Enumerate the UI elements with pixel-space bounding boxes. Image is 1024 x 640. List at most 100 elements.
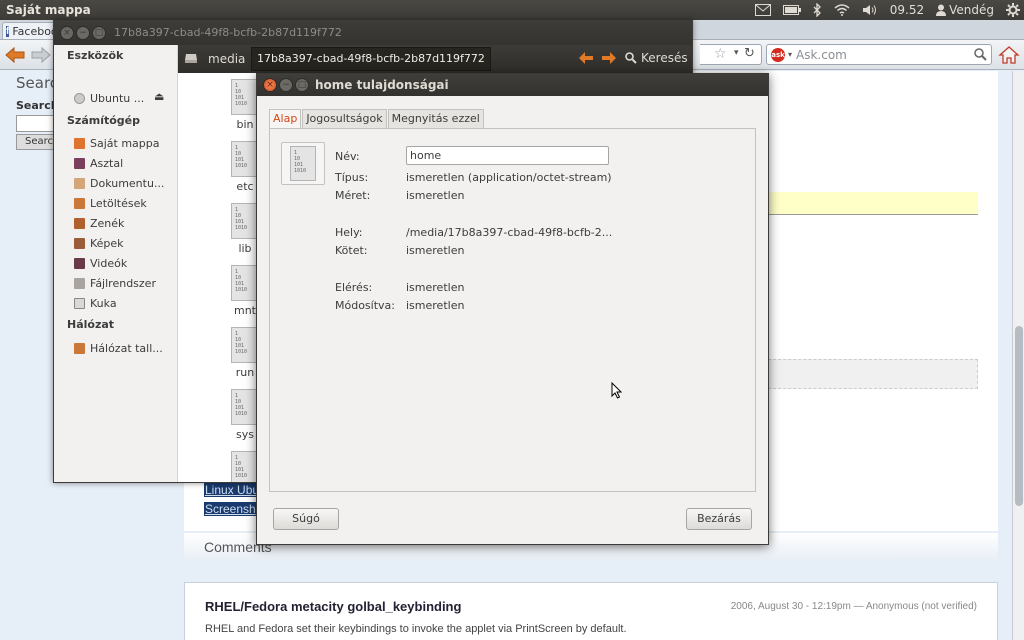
top-panel: Saját mappa 09.52 Vendég bbox=[0, 0, 1024, 20]
sidebar-item-label: Dokumentu... bbox=[90, 176, 165, 190]
binary-file-icon: 1 10 101 1010 bbox=[290, 146, 316, 181]
sidebar-header-network: Hálózat bbox=[67, 318, 115, 331]
sidebar-item-downloads[interactable]: Letöltések bbox=[74, 194, 176, 212]
battery-icon[interactable] bbox=[782, 5, 801, 15]
fm-close-button[interactable]: × bbox=[60, 26, 74, 40]
browser-search-box[interactable]: ask ▾ Ask.com bbox=[766, 44, 992, 65]
music-folder-icon bbox=[74, 217, 85, 229]
dialog-maximize-button[interactable]: □ bbox=[295, 78, 309, 92]
binary-file-icon: 1 10 101 1010 bbox=[231, 79, 259, 115]
label-volume: Kötet: bbox=[335, 244, 368, 257]
value-volume: ismeretlen bbox=[406, 244, 465, 257]
fm-search-button[interactable]: Keresés bbox=[625, 51, 688, 65]
search-engine-placeholder: Ask.com bbox=[796, 47, 847, 62]
active-app-title: Saját mappa bbox=[6, 3, 91, 17]
link-linux-ubuntu[interactable]: Linux Ubu bbox=[204, 483, 261, 497]
wifi-icon[interactable] bbox=[834, 4, 850, 16]
highlight-bar bbox=[768, 192, 978, 215]
value-location: /media/17b8a397-cbad-49f8-bcfb-2... bbox=[406, 226, 613, 239]
comment-title[interactable]: RHEL/Fedora metacity golbal_keybinding bbox=[205, 599, 461, 614]
sidebar-item-network-browse[interactable]: Hálózat tall... bbox=[74, 339, 176, 357]
fm-sidebar: Eszközök Ubuntu ... ⏏ Számítógép Saját m… bbox=[54, 45, 178, 482]
search-icon bbox=[625, 52, 637, 64]
search-icon[interactable] bbox=[974, 48, 987, 61]
volume-icon[interactable] bbox=[862, 4, 878, 16]
sidebar-item-music[interactable]: Zenék bbox=[74, 214, 176, 232]
eject-icon[interactable]: ⏏ bbox=[154, 90, 164, 103]
power-gear-icon[interactable] bbox=[1006, 3, 1020, 17]
downloads-folder-icon bbox=[74, 197, 85, 209]
sidebar-item-label: Ubuntu ... bbox=[90, 91, 145, 105]
binary-file-icon: 1 10 101 1010 bbox=[231, 203, 259, 239]
sidebar-item-pictures[interactable]: Képek bbox=[74, 234, 176, 252]
label-type: Típus: bbox=[335, 171, 369, 184]
ask-engine-icon[interactable]: ask bbox=[771, 47, 785, 62]
sidebar-item-home[interactable]: Saját mappa bbox=[74, 134, 176, 152]
home-icon[interactable] bbox=[998, 45, 1020, 65]
engine-dropdown-icon[interactable]: ▾ bbox=[788, 50, 792, 59]
label-modified: Módosítva: bbox=[335, 299, 395, 312]
fm-minimize-button[interactable]: − bbox=[76, 26, 90, 40]
comment-meta: 2006, August 30 - 12:19pm — Anonymous (n… bbox=[730, 601, 977, 612]
page-scrollbar[interactable] bbox=[1012, 71, 1024, 640]
sidebar-item-trash[interactable]: Kuka bbox=[74, 294, 176, 312]
sidebar-item-documents[interactable]: Dokumentu... bbox=[74, 174, 176, 192]
url-dropdown-icon[interactable]: ▾ bbox=[734, 48, 739, 58]
sidebar-item-label: Kuka bbox=[90, 296, 117, 310]
user-name: Vendég bbox=[949, 3, 994, 17]
home-folder-icon bbox=[74, 137, 85, 149]
reload-icon[interactable]: ↻ bbox=[744, 46, 755, 61]
comment-card: RHEL/Fedora metacity golbal_keybinding 2… bbox=[184, 582, 998, 640]
mail-icon[interactable] bbox=[754, 4, 771, 16]
scrollbar-thumb[interactable] bbox=[1015, 326, 1023, 506]
disc-icon bbox=[74, 92, 85, 104]
back-arrow-icon[interactable] bbox=[4, 45, 26, 65]
fm-maximize-button[interactable]: □ bbox=[92, 26, 106, 40]
tab-open-with[interactable]: Megnyitás ezzel bbox=[387, 109, 484, 128]
sidebar-item-label: Asztal bbox=[90, 156, 124, 170]
binary-file-icon: 1 10 101 1010 bbox=[231, 327, 259, 363]
fm-forward-arrow-icon[interactable] bbox=[601, 51, 617, 65]
sidebar-item-desktop[interactable]: Asztal bbox=[74, 154, 176, 172]
dialog-close-button[interactable]: × bbox=[263, 78, 277, 92]
close-button[interactable]: Bezárás bbox=[686, 508, 752, 530]
fm-titlebar[interactable]: × − □ 17b8a397-cbad-49f8-bcfb-2b87d119f7… bbox=[54, 21, 692, 45]
label-name: Név: bbox=[335, 150, 360, 163]
fm-window-title: 17b8a397-cbad-49f8-bcfb-2b87d119f772 bbox=[114, 26, 342, 39]
clock[interactable]: 09.52 bbox=[890, 3, 924, 17]
help-button[interactable]: Súgó bbox=[273, 508, 339, 530]
sidebar-item-videos[interactable]: Videók bbox=[74, 254, 176, 272]
drive-icon[interactable] bbox=[184, 52, 198, 64]
dashed-box bbox=[768, 359, 978, 389]
breadcrumb-media[interactable]: media bbox=[208, 52, 245, 66]
name-field[interactable]: home bbox=[406, 146, 609, 165]
fm-toolbar: media 17b8a397-cbad-49f8-bcfb-2b87d119f7… bbox=[178, 45, 692, 73]
user-menu[interactable]: Vendég bbox=[936, 3, 994, 17]
bluetooth-icon[interactable] bbox=[813, 3, 822, 17]
videos-folder-icon bbox=[74, 257, 85, 269]
tab-basic[interactable]: Alap bbox=[269, 109, 302, 128]
sidebar-header-computer: Számítógép bbox=[67, 114, 141, 127]
mouse-cursor-icon bbox=[611, 382, 622, 399]
file-icon-button[interactable]: 1 10 101 1010 bbox=[281, 142, 325, 185]
system-tray: 09.52 Vendég bbox=[754, 0, 1020, 20]
forward-arrow-icon[interactable] bbox=[30, 45, 52, 65]
fm-back-arrow-icon[interactable] bbox=[578, 51, 594, 65]
dialog-tabs: Alap Jogosultságok Megnyitás ezzel bbox=[269, 109, 485, 128]
web-search-heading: Searc bbox=[16, 74, 59, 92]
facebook-icon: f bbox=[6, 25, 10, 37]
desktop-folder-icon bbox=[74, 157, 85, 169]
sidebar-item-label: Saját mappa bbox=[90, 136, 160, 150]
sidebar-item-label: Zenék bbox=[90, 216, 125, 230]
url-bar-end[interactable]: ☆ ▾ ↻ bbox=[700, 44, 762, 65]
fm-search-label: Keresés bbox=[641, 51, 688, 65]
value-accessed: ismeretlen bbox=[406, 281, 465, 294]
dialog-minimize-button[interactable]: − bbox=[279, 78, 293, 92]
sidebar-item-filesystem[interactable]: Fájlrendszer bbox=[74, 274, 176, 292]
bookmark-star-icon[interactable]: ☆ bbox=[714, 46, 727, 62]
link-screenshot[interactable]: Screensh bbox=[204, 502, 257, 516]
dialog-titlebar[interactable]: × − □ home tulajdonságai bbox=[257, 74, 768, 96]
tab-permissions[interactable]: Jogosultságok bbox=[302, 109, 387, 128]
breadcrumb-current[interactable]: 17b8a397-cbad-49f8-bcfb-2b87d119f772 bbox=[251, 47, 491, 71]
value-modified: ismeretlen bbox=[406, 299, 465, 312]
